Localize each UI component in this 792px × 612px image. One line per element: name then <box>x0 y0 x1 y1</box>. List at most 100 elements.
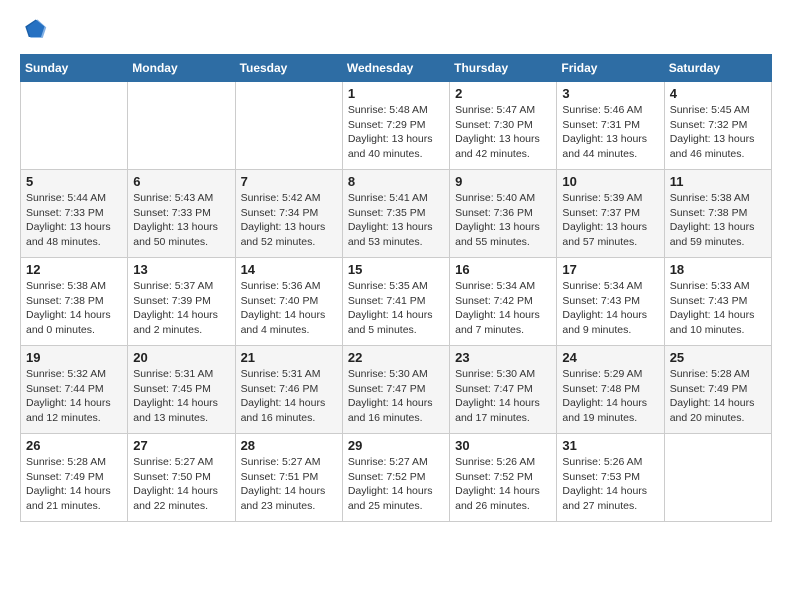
day-header-monday: Monday <box>128 55 235 82</box>
day-info: Sunrise: 5:38 AM Sunset: 7:38 PM Dayligh… <box>670 191 766 250</box>
calendar-cell: 2Sunrise: 5:47 AM Sunset: 7:30 PM Daylig… <box>450 82 557 170</box>
day-number: 30 <box>455 438 551 453</box>
calendar-cell: 4 Sunrise: 5:45 AM Sunset: 7:32 PM Daylig… <box>664 82 771 170</box>
day-number: 9 <box>455 174 551 189</box>
day-number: 11 <box>670 174 766 189</box>
calendar-cell <box>21 82 128 170</box>
day-info: Sunrise: 5:39 AM Sunset: 7:37 PM Dayligh… <box>562 191 658 250</box>
day-info: Sunrise: 5:48 AM Sunset: 7:29 PM Dayligh… <box>348 103 444 162</box>
calendar-cell: 14Sunrise: 5:36 AM Sunset: 7:40 PM Dayli… <box>235 258 342 346</box>
calendar-cell: 24 Sunrise: 5:29 AM Sunset: 7:48 PM Dayli… <box>557 346 664 434</box>
calendar-cell: 16 Sunrise: 5:34 AM Sunset: 7:42 PM Dayli… <box>450 258 557 346</box>
day-info: Sunrise: 5:31 AM Sunset: 7:45 PM Dayligh… <box>133 367 229 426</box>
day-info: Sunrise: 5:34 AM Sunset: 7:43 PM Dayligh… <box>562 279 658 338</box>
day-info: Sunrise: 5:47 AM Sunset: 7:30 PM Dayligh… <box>455 103 551 162</box>
calendar-week-row: 19 Sunrise: 5:32 AM Sunset: 7:44 PM Dayli… <box>21 346 772 434</box>
day-info: Sunrise: 5:33 AM Sunset: 7:43 PM Dayligh… <box>670 279 766 338</box>
day-number: 7 <box>241 174 337 189</box>
calendar-cell: 5 Sunrise: 5:44 AM Sunset: 7:33 PM Daylig… <box>21 170 128 258</box>
day-number: 8 <box>348 174 444 189</box>
calendar-cell: 21 Sunrise: 5:31 AM Sunset: 7:46 PM Dayli… <box>235 346 342 434</box>
day-number: 23 <box>455 350 551 365</box>
day-header-wednesday: Wednesday <box>342 55 449 82</box>
day-number: 24 <box>562 350 658 365</box>
day-number: 13 <box>133 262 229 277</box>
day-number: 16 <box>455 262 551 277</box>
day-info: Sunrise: 5:40 AM Sunset: 7:36 PM Dayligh… <box>455 191 551 250</box>
day-number: 4 <box>670 86 766 101</box>
day-number: 21 <box>241 350 337 365</box>
day-number: 31 <box>562 438 658 453</box>
calendar-week-row: 5 Sunrise: 5:44 AM Sunset: 7:33 PM Daylig… <box>21 170 772 258</box>
calendar-week-row: 12 Sunrise: 5:38 AM Sunset: 7:38 PM Dayli… <box>21 258 772 346</box>
day-info: Sunrise: 5:34 AM Sunset: 7:42 PM Dayligh… <box>455 279 551 338</box>
day-info: Sunrise: 5:43 AM Sunset: 7:33 PM Dayligh… <box>133 191 229 250</box>
calendar-cell: 20 Sunrise: 5:31 AM Sunset: 7:45 PM Dayli… <box>128 346 235 434</box>
day-info: Sunrise: 5:41 AM Sunset: 7:35 PM Dayligh… <box>348 191 444 250</box>
day-header-saturday: Saturday <box>664 55 771 82</box>
day-number: 3 <box>562 86 658 101</box>
calendar-cell: 25Sunrise: 5:28 AM Sunset: 7:49 PM Dayli… <box>664 346 771 434</box>
day-info: Sunrise: 5:30 AM Sunset: 7:47 PM Dayligh… <box>348 367 444 426</box>
calendar-cell: 13 Sunrise: 5:37 AM Sunset: 7:39 PM Dayli… <box>128 258 235 346</box>
day-info: Sunrise: 5:44 AM Sunset: 7:33 PM Dayligh… <box>26 191 122 250</box>
calendar-cell: 6 Sunrise: 5:43 AM Sunset: 7:33 PM Daylig… <box>128 170 235 258</box>
calendar-cell: 10 Sunrise: 5:39 AM Sunset: 7:37 PM Dayli… <box>557 170 664 258</box>
day-number: 17 <box>562 262 658 277</box>
day-number: 10 <box>562 174 658 189</box>
calendar-cell <box>235 82 342 170</box>
calendar-cell: 9 Sunrise: 5:40 AM Sunset: 7:36 PM Daylig… <box>450 170 557 258</box>
day-number: 1 <box>348 86 444 101</box>
calendar-cell: 26 Sunrise: 5:28 AM Sunset: 7:49 PM Dayli… <box>21 434 128 522</box>
calendar-table: SundayMondayTuesdayWednesdayThursdayFrid… <box>20 54 772 522</box>
day-number: 19 <box>26 350 122 365</box>
day-info: Sunrise: 5:31 AM Sunset: 7:46 PM Dayligh… <box>241 367 337 426</box>
day-info: Sunrise: 5:45 AM Sunset: 7:32 PM Dayligh… <box>670 103 766 162</box>
day-header-thursday: Thursday <box>450 55 557 82</box>
day-info: Sunrise: 5:37 AM Sunset: 7:39 PM Dayligh… <box>133 279 229 338</box>
day-number: 6 <box>133 174 229 189</box>
calendar-cell: 18 Sunrise: 5:33 AM Sunset: 7:43 PM Dayli… <box>664 258 771 346</box>
calendar-cell: 30 Sunrise: 5:26 AM Sunset: 7:52 PM Dayli… <box>450 434 557 522</box>
calendar-cell <box>664 434 771 522</box>
day-number: 20 <box>133 350 229 365</box>
day-info: Sunrise: 5:28 AM Sunset: 7:49 PM Dayligh… <box>26 455 122 514</box>
day-info: Sunrise: 5:27 AM Sunset: 7:51 PM Dayligh… <box>241 455 337 514</box>
calendar-cell: 31 Sunrise: 5:26 AM Sunset: 7:53 PM Dayli… <box>557 434 664 522</box>
page-header <box>20 16 772 44</box>
calendar-cell: 11 Sunrise: 5:38 AM Sunset: 7:38 PM Dayli… <box>664 170 771 258</box>
calendar-cell: 8 Sunrise: 5:41 AM Sunset: 7:35 PM Daylig… <box>342 170 449 258</box>
day-header-sunday: Sunday <box>21 55 128 82</box>
calendar-cell: 3 Sunrise: 5:46 AM Sunset: 7:31 PM Daylig… <box>557 82 664 170</box>
day-number: 27 <box>133 438 229 453</box>
day-info: Sunrise: 5:27 AM Sunset: 7:50 PM Dayligh… <box>133 455 229 514</box>
day-info: Sunrise: 5:38 AM Sunset: 7:38 PM Dayligh… <box>26 279 122 338</box>
day-info: Sunrise: 5:27 AM Sunset: 7:52 PM Dayligh… <box>348 455 444 514</box>
day-header-tuesday: Tuesday <box>235 55 342 82</box>
day-number: 18 <box>670 262 766 277</box>
calendar-header-row: SundayMondayTuesdayWednesdayThursdayFrid… <box>21 55 772 82</box>
day-info: Sunrise: 5:29 AM Sunset: 7:48 PM Dayligh… <box>562 367 658 426</box>
day-info: Sunrise: 5:30 AM Sunset: 7:47 PM Dayligh… <box>455 367 551 426</box>
day-info: Sunrise: 5:26 AM Sunset: 7:53 PM Dayligh… <box>562 455 658 514</box>
day-info: Sunrise: 5:36 AM Sunset: 7:40 PM Dayligh… <box>241 279 337 338</box>
calendar-cell: 22Sunrise: 5:30 AM Sunset: 7:47 PM Dayli… <box>342 346 449 434</box>
day-info: Sunrise: 5:35 AM Sunset: 7:41 PM Dayligh… <box>348 279 444 338</box>
day-number: 5 <box>26 174 122 189</box>
calendar-cell: 1 Sunrise: 5:48 AM Sunset: 7:29 PM Daylig… <box>342 82 449 170</box>
day-info: Sunrise: 5:46 AM Sunset: 7:31 PM Dayligh… <box>562 103 658 162</box>
day-number: 28 <box>241 438 337 453</box>
day-number: 26 <box>26 438 122 453</box>
day-number: 12 <box>26 262 122 277</box>
calendar-cell: 28 Sunrise: 5:27 AM Sunset: 7:51 PM Dayli… <box>235 434 342 522</box>
day-number: 29 <box>348 438 444 453</box>
calendar-cell: 15 Sunrise: 5:35 AM Sunset: 7:41 PM Dayli… <box>342 258 449 346</box>
logo-icon <box>20 16 48 44</box>
calendar-cell: 17 Sunrise: 5:34 AM Sunset: 7:43 PM Dayli… <box>557 258 664 346</box>
day-info: Sunrise: 5:32 AM Sunset: 7:44 PM Dayligh… <box>26 367 122 426</box>
calendar-cell: 27 Sunrise: 5:27 AM Sunset: 7:50 PM Dayli… <box>128 434 235 522</box>
day-info: Sunrise: 5:26 AM Sunset: 7:52 PM Dayligh… <box>455 455 551 514</box>
day-header-friday: Friday <box>557 55 664 82</box>
day-number: 15 <box>348 262 444 277</box>
day-number: 25 <box>670 350 766 365</box>
